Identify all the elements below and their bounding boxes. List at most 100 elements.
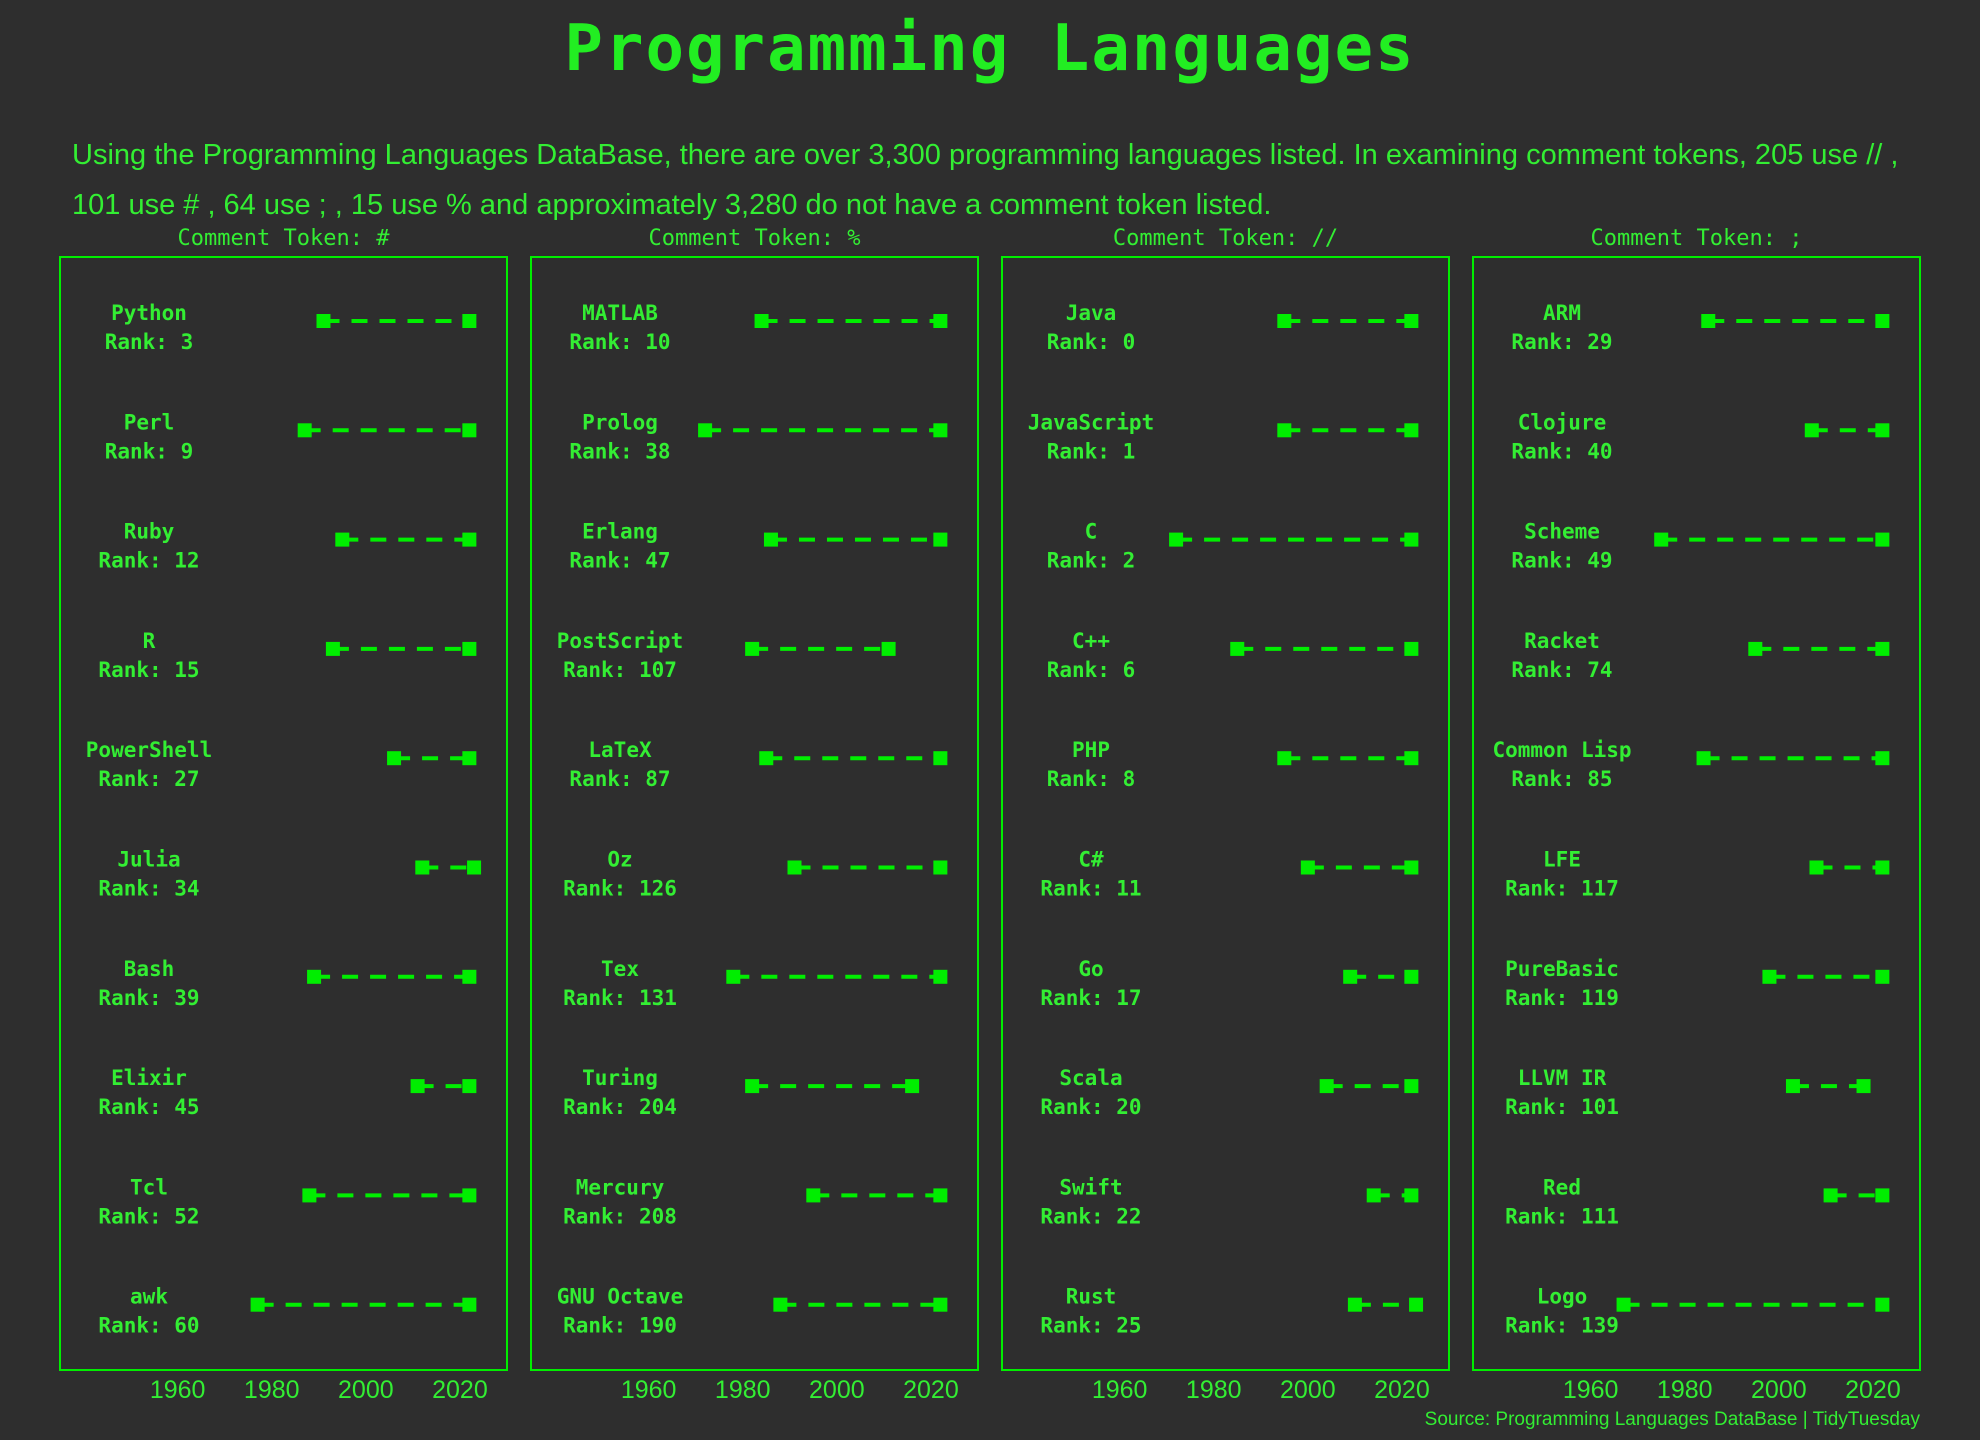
language-name: LFE [1543, 848, 1581, 872]
x-tick-label: 1980 [244, 1376, 300, 1404]
language-rank: Rank: 34 [98, 877, 199, 901]
start-point [1762, 969, 1777, 984]
end-point [1404, 314, 1419, 328]
start-point [1169, 532, 1184, 547]
language-name: Clojure [1518, 410, 1607, 434]
language-rank: Rank: 12 [98, 549, 199, 573]
language-name: Python [111, 301, 187, 325]
x-tick-label: 1960 [1563, 1376, 1619, 1404]
start-point [325, 641, 340, 656]
language-name: Scheme [1524, 520, 1600, 544]
start-point [1823, 1188, 1838, 1203]
language-rank: Rank: 22 [1040, 1204, 1141, 1228]
language-rank: Rank: 40 [1511, 439, 1612, 463]
language-rank: Rank: 74 [1511, 658, 1612, 682]
language-name: JavaScript [1028, 410, 1154, 434]
start-point [1300, 860, 1315, 875]
language-name: GNU Octave [557, 1285, 683, 1309]
language-name: Ruby [124, 520, 175, 544]
language-rank: Rank: 38 [569, 439, 670, 463]
language-rank: Rank: 3 [105, 330, 194, 354]
end-point [1875, 1297, 1890, 1312]
start-point [250, 1297, 265, 1312]
language-rank: Rank: 85 [1511, 767, 1612, 791]
x-tick-label: 2000 [338, 1376, 394, 1404]
language-name: Bash [124, 957, 175, 981]
start-point [297, 423, 312, 438]
language-rank: Rank: 10 [569, 330, 670, 354]
language-rank: Rank: 126 [563, 877, 677, 901]
language-rank: Rank: 52 [98, 1204, 199, 1228]
x-tick-label: 2020 [432, 1376, 488, 1404]
language-name: R [143, 629, 156, 653]
end-point [1875, 1188, 1890, 1203]
end-point [1404, 860, 1419, 875]
start-point [316, 314, 331, 328]
language-name: Mercury [576, 1175, 665, 1199]
end-point [933, 1297, 948, 1312]
start-point [1230, 641, 1245, 656]
panel-title: Comment Token: # [178, 226, 391, 251]
language-rank: Rank: 117 [1505, 877, 1619, 901]
start-point [387, 751, 402, 766]
end-point [462, 1188, 477, 1203]
end-point [1404, 641, 1419, 656]
panel-title: Comment Token: ; [1591, 226, 1803, 251]
language-rank: Rank: 2 [1047, 549, 1136, 573]
language-name: PostScript [557, 629, 683, 653]
start-point [1701, 314, 1716, 328]
end-point [881, 641, 896, 656]
language-name: Julia [117, 848, 180, 872]
x-tick-label: 1960 [1092, 1376, 1148, 1404]
language-name: Go [1078, 957, 1103, 981]
language-rank: Rank: 49 [1511, 549, 1612, 573]
x-tick-label: 2000 [1280, 1376, 1336, 1404]
language-name: Logo [1537, 1285, 1588, 1309]
language-rank: Rank: 25 [1040, 1314, 1141, 1338]
x-tick-label: 1960 [150, 1376, 206, 1404]
start-point [1319, 1079, 1334, 1094]
language-name: awk [130, 1285, 168, 1309]
start-point [1343, 969, 1358, 984]
language-rank: Rank: 47 [569, 549, 670, 573]
x-tick-label: 1980 [715, 1376, 771, 1404]
end-point [1409, 1297, 1424, 1312]
language-name: Oz [607, 848, 632, 872]
language-name: Racket [1524, 629, 1600, 653]
language-rank: Rank: 11 [1040, 877, 1141, 901]
end-point [1875, 641, 1890, 656]
end-point [933, 860, 948, 875]
start-point [759, 751, 774, 766]
end-point [1404, 423, 1419, 438]
end-point [1404, 1079, 1419, 1094]
end-point [905, 1079, 920, 1094]
language-name: Rust [1066, 1285, 1117, 1309]
panel-title: Comment Token: // [1113, 226, 1338, 251]
end-point [1875, 532, 1890, 547]
language-name: Scala [1059, 1066, 1122, 1090]
start-point [1277, 314, 1292, 328]
language-rank: Rank: 119 [1505, 986, 1619, 1010]
language-name: Tcl [130, 1175, 168, 1199]
start-point [307, 969, 322, 984]
language-name: Red [1543, 1175, 1581, 1199]
language-rank: Rank: 131 [563, 986, 677, 1010]
start-point [787, 860, 802, 875]
start-point [726, 969, 741, 984]
language-rank: Rank: 101 [1505, 1095, 1619, 1119]
language-name: Erlang [582, 520, 658, 544]
language-rank: Rank: 8 [1047, 767, 1136, 791]
end-point [1404, 751, 1419, 766]
language-name: Turing [582, 1066, 658, 1090]
language-name: PureBasic [1505, 957, 1619, 981]
language-rank: Rank: 190 [563, 1314, 677, 1338]
end-point [933, 314, 948, 328]
x-tick-label: 2000 [1751, 1376, 1807, 1404]
start-point [745, 1079, 760, 1094]
end-point [1404, 532, 1419, 547]
end-point [1875, 751, 1890, 766]
start-point [1366, 1188, 1381, 1203]
end-point [462, 1079, 477, 1094]
language-rank: Rank: 208 [563, 1204, 677, 1228]
start-point [1616, 1297, 1631, 1312]
